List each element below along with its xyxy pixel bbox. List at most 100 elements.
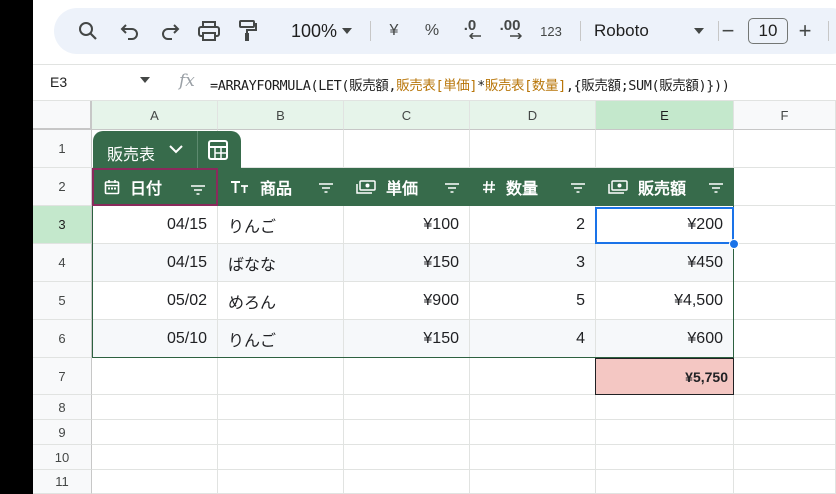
grid-cell[interactable]	[218, 420, 344, 445]
decrease-decimal-button[interactable]: .0	[456, 8, 484, 54]
decrease-font-size-button[interactable]: −	[719, 8, 737, 54]
select-all-corner[interactable]	[33, 101, 92, 130]
font-size-input[interactable]: 10	[748, 18, 788, 44]
table-cell[interactable]: めろん	[218, 282, 344, 320]
table-cell[interactable]: 04/15	[92, 244, 218, 282]
grid-cell[interactable]	[596, 445, 734, 470]
table-cell[interactable]: ばなな	[218, 244, 344, 282]
grid-cell[interactable]	[92, 420, 218, 445]
fill-handle[interactable]	[729, 239, 739, 249]
grid-cell[interactable]	[596, 130, 734, 168]
grid-cell[interactable]	[734, 470, 836, 494]
grid-cell[interactable]	[92, 395, 218, 420]
filter-icon[interactable]	[318, 181, 334, 199]
row-header-4[interactable]: 4	[33, 244, 92, 282]
table-cell[interactable]: 5	[470, 282, 596, 320]
filter-icon[interactable]	[190, 183, 206, 201]
row-header-11[interactable]: 11	[33, 470, 92, 494]
percent-format-button[interactable]: %	[420, 8, 444, 54]
table-cell[interactable]: 05/10	[92, 320, 218, 358]
row-header-6[interactable]: 6	[33, 320, 92, 358]
paint-format-button[interactable]	[236, 8, 260, 54]
grid-cell[interactable]	[470, 470, 596, 494]
row-header-9[interactable]: 9	[33, 420, 92, 445]
undo-button[interactable]	[118, 8, 142, 54]
table-cell[interactable]: 3	[470, 244, 596, 282]
row-header-1[interactable]: 1	[33, 130, 92, 168]
table-cell[interactable]: ¥150	[344, 320, 470, 358]
grid-cell[interactable]	[596, 420, 734, 445]
row-header-7[interactable]: 7	[33, 358, 92, 395]
column-header-a[interactable]: A	[92, 101, 218, 130]
search-menus-button[interactable]	[76, 8, 100, 54]
grid-cell[interactable]	[92, 445, 218, 470]
column-header-d[interactable]: D	[470, 101, 596, 130]
table-column-header[interactable]: 日付	[92, 168, 218, 206]
currency-format-button[interactable]: ¥	[382, 8, 406, 54]
increase-font-size-button[interactable]: +	[796, 8, 814, 54]
grid-cell[interactable]	[344, 395, 470, 420]
filter-icon[interactable]	[570, 181, 586, 199]
grid-cell[interactable]	[470, 130, 596, 168]
table-name-tab[interactable]: 販売表	[93, 131, 241, 168]
row-header-8[interactable]: 8	[33, 395, 92, 420]
filter-icon[interactable]	[708, 181, 724, 199]
table-cell[interactable]: りんご	[218, 206, 344, 244]
grid-cell[interactable]	[92, 470, 218, 494]
table-cell[interactable]: 4	[470, 320, 596, 358]
grid-cell[interactable]	[734, 445, 836, 470]
table-cell[interactable]: 05/02	[92, 282, 218, 320]
table-cell[interactable]: りんご	[218, 320, 344, 358]
formula-input[interactable]: =ARRAYFORMULA(LET(販売額,販売表[単価]*販売表[数量],{販…	[210, 74, 730, 94]
grid-cell[interactable]	[344, 358, 470, 395]
table-column-header[interactable]: 数量	[470, 168, 596, 206]
redo-button[interactable]	[158, 8, 182, 54]
column-header-e[interactable]: E	[596, 101, 734, 130]
grid-cell[interactable]	[470, 395, 596, 420]
grid-cell[interactable]	[218, 470, 344, 494]
grid-cell[interactable]	[734, 358, 836, 395]
table-column-header[interactable]: 商品	[218, 168, 344, 206]
grid-cell[interactable]	[734, 168, 836, 206]
print-button[interactable]	[197, 8, 221, 54]
table-column-header[interactable]: 単価	[344, 168, 470, 206]
grid-cell[interactable]	[344, 445, 470, 470]
increase-decimal-button[interactable]: .00	[494, 8, 526, 54]
table-column-header[interactable]: 販売額	[596, 168, 734, 206]
grid-cell[interactable]	[734, 395, 836, 420]
filter-icon[interactable]	[444, 181, 460, 199]
grid-cell[interactable]	[470, 420, 596, 445]
grid-cell[interactable]	[344, 130, 470, 168]
table-cell[interactable]: 2	[470, 206, 596, 244]
grid-cell[interactable]	[470, 358, 596, 395]
table-cell[interactable]: ¥200	[596, 206, 734, 244]
row-header-3[interactable]: 3	[33, 206, 92, 244]
grid-cell[interactable]	[596, 470, 734, 494]
caret-down-icon[interactable]	[140, 77, 150, 83]
table-cell[interactable]: ¥150	[344, 244, 470, 282]
table-cell[interactable]: ¥450	[596, 244, 734, 282]
row-header-2[interactable]: 2	[33, 168, 92, 206]
font-dropdown-arrow[interactable]	[692, 8, 706, 54]
more-formats-button[interactable]: 123	[536, 8, 566, 54]
grid-cell[interactable]	[734, 282, 836, 320]
table-settings-icon[interactable]	[208, 140, 228, 160]
font-select[interactable]: Roboto	[594, 8, 664, 54]
zoom-dropdown-arrow[interactable]	[340, 8, 354, 54]
table-cell[interactable]: ¥4,500	[596, 282, 734, 320]
grid-cell[interactable]	[470, 445, 596, 470]
grid-cell[interactable]	[218, 395, 344, 420]
grid-cell[interactable]	[734, 420, 836, 445]
name-box[interactable]: E3	[50, 74, 67, 90]
grid-cell[interactable]	[344, 420, 470, 445]
grid-cell[interactable]	[734, 244, 836, 282]
table-cell[interactable]: 04/15	[92, 206, 218, 244]
table-cell[interactable]: ¥600	[596, 320, 734, 358]
row-header-5[interactable]: 5	[33, 282, 92, 320]
grid-cell[interactable]	[734, 206, 836, 244]
column-header-f[interactable]: F	[734, 101, 836, 130]
table-cell[interactable]: ¥900	[344, 282, 470, 320]
grid-cell[interactable]	[734, 130, 836, 168]
grid-cell[interactable]	[596, 395, 734, 420]
grid-cell[interactable]	[218, 358, 344, 395]
